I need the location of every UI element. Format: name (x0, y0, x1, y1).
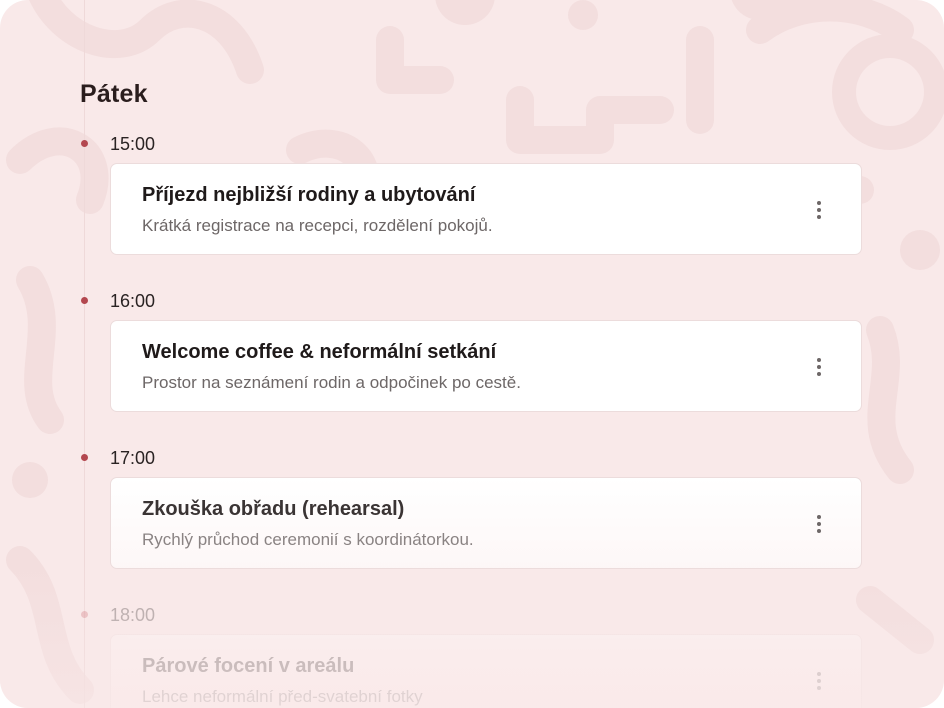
event-card[interactable]: Welcome coffee & neformální setkání Pros… (110, 320, 862, 412)
day-title: Pátek (80, 80, 148, 108)
event-time: 16:00 (110, 291, 156, 311)
schedule-panel: Pátek 15:00 Příjezd nejbližší rodiny a u… (0, 0, 944, 708)
event-description: Lehce neformální před-svatební fotky (142, 687, 423, 706)
event-time: 15:00 (110, 134, 156, 154)
event-card[interactable]: Zkouška obřadu (rehearsal) Rychlý průcho… (110, 477, 862, 569)
timeline-dot (81, 297, 88, 304)
event-title: Příjezd nejbližší rodiny a ubytování (142, 184, 476, 206)
event-card[interactable]: Příjezd nejbližší rodiny a ubytování Krá… (110, 163, 862, 255)
timeline-dot (81, 454, 88, 461)
event-description: Rychlý průchod ceremonií s koordinátorko… (142, 530, 474, 549)
timeline-dot (81, 611, 88, 618)
event-card[interactable]: Párové focení v areálu Lehce neformální … (110, 634, 862, 708)
more-vertical-icon[interactable] (815, 201, 823, 221)
event-title: Zkouška obřadu (rehearsal) (142, 498, 405, 520)
more-vertical-icon[interactable] (815, 672, 823, 692)
event-time: 18:00 (110, 605, 156, 625)
event-description: Prostor na seznámení rodin a odpočinek p… (142, 373, 521, 392)
event-title: Párové focení v areálu (142, 655, 355, 677)
event-title: Welcome coffee & neformální setkání (142, 341, 497, 363)
event-description: Krátká registrace na recepci, rozdělení … (142, 216, 493, 235)
more-vertical-icon[interactable] (815, 515, 823, 535)
timeline-dot (81, 140, 88, 147)
more-vertical-icon[interactable] (815, 358, 823, 378)
event-time: 17:00 (110, 448, 156, 468)
